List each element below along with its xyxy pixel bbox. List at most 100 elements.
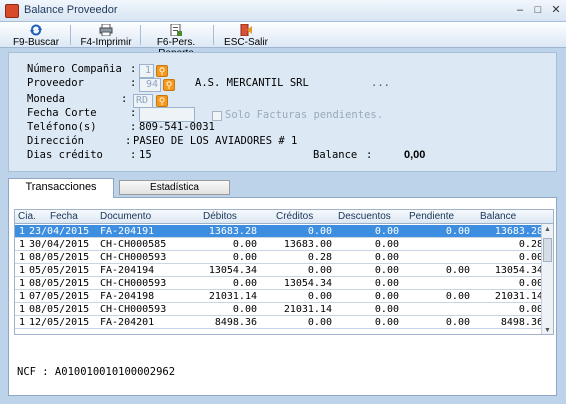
table-cell-balance: 13054.34 [494, 265, 543, 276]
column-header[interactable]: Débitos [203, 211, 237, 222]
proveedor-label: Proveedor [27, 77, 84, 89]
table-cell-fecha: 07/05/2015 [29, 291, 90, 302]
table-cell-descuentos: 0.00 [374, 252, 399, 263]
report-icon [170, 24, 182, 36]
table-cell-balance: 21031.14 [494, 291, 543, 302]
column-header[interactable]: Pendiente [409, 211, 454, 222]
title-bar: Balance Proveedor – □ ✕ [0, 0, 566, 22]
table-cell-debitos: 13054.34 [208, 265, 257, 276]
proveedor-extra: ... [371, 77, 390, 89]
table-cell-pendiente: 0.00 [445, 291, 470, 302]
column-header[interactable]: Cia. [18, 211, 36, 222]
maximize-button[interactable]: □ [530, 3, 546, 18]
proveedor-code-field[interactable]: 94 [139, 78, 161, 92]
fecha-corte-field[interactable] [139, 107, 195, 122]
table-cell-descuentos: 0.00 [374, 265, 399, 276]
direccion-label: Dirección [27, 135, 84, 147]
table-cell-fecha: 05/05/2015 [29, 265, 90, 276]
toolbar-divider [70, 25, 71, 45]
table-cell-pendiente: 0.00 [445, 265, 470, 276]
column-header[interactable]: Balance [480, 211, 516, 222]
table-cell-descuentos: 0.00 [374, 239, 399, 250]
toolbar-divider [213, 25, 214, 45]
scroll-up-icon[interactable]: ▲ [542, 224, 553, 235]
table-cell-balance: 0.00 [518, 252, 543, 263]
table-cell-pendiente: 0.00 [445, 317, 470, 328]
table-cell-debitos: 0.00 [232, 252, 257, 263]
buscar-label: F9-Buscar [12, 37, 60, 48]
search-icon[interactable]: ⚲ [156, 95, 168, 107]
colon: : [130, 121, 137, 133]
persreporte-button[interactable]: F6-Pers. Reporte [143, 22, 209, 59]
provider-header-panel: Número Compañia : 1 ⚲ Proveedor : 94 ⚲ A… [8, 52, 557, 172]
tab-estadistica[interactable]: Estadística [119, 180, 230, 195]
salir-label: ESC-Salir [224, 37, 268, 48]
printer-icon [99, 24, 113, 36]
table-row[interactable]: 1 08/05/2015 CH-CH000593 0.00 13054.34 0.00 0.… [15, 277, 553, 290]
tab-transacciones[interactable]: Transacciones [8, 178, 114, 198]
ncf-text: NCF : A010010010100002962 [17, 366, 176, 378]
direccion-value: PASEO DE LOS AVIADORES # 1 [133, 135, 298, 147]
table-cell-fecha: 08/05/2015 [29, 304, 90, 315]
colon: : [125, 135, 132, 147]
table-cell-balance: 0.00 [518, 278, 543, 289]
buscar-button[interactable]: F9-Buscar [6, 22, 66, 48]
grid-header: Cia. Fecha Documento Débitos Créditos De… [15, 210, 553, 224]
table-cell-debitos: 0.00 [232, 239, 257, 250]
transactions-panel: Cia. Fecha Documento Débitos Créditos De… [8, 197, 557, 396]
table-row[interactable]: 1 12/05/2015 FA-204201 8498.36 0.00 0.00 0.00 8… [15, 316, 553, 329]
colon: : [130, 63, 137, 75]
toolbar: F9-Buscar F4-Imprimir F6-Pers. Reporte E… [0, 22, 566, 59]
balance-value: 0,00 [404, 149, 426, 161]
table-cell-balance: 0.00 [518, 304, 543, 315]
imprimir-button[interactable]: F4-Imprimir [76, 22, 136, 48]
column-header[interactable]: Fecha [50, 211, 78, 222]
numero-compania-field[interactable]: 1 [139, 64, 154, 78]
column-header[interactable]: Créditos [276, 211, 313, 222]
solo-facturas-label: Solo Facturas pendientes. [225, 109, 384, 121]
scroll-thumb[interactable] [543, 238, 552, 262]
table-cell-pendiente: 0.00 [445, 226, 470, 237]
table-row[interactable]: 1 23/04/2015 FA-204191 13683.28 0.00 0.00 0.00… [15, 225, 553, 238]
minimize-button[interactable]: – [512, 3, 528, 18]
scroll-down-icon[interactable]: ▼ [542, 325, 553, 334]
moneda-field[interactable]: RD [133, 94, 153, 108]
toolbar-divider [140, 25, 141, 45]
table-cell-fecha: 30/04/2015 [29, 239, 90, 250]
column-header[interactable]: Descuentos [338, 211, 391, 222]
search-icon[interactable]: ⚲ [163, 79, 175, 91]
table-row[interactable]: 1 08/05/2015 CH-CH000593 0.00 0.28 0.00 0.00 [15, 251, 553, 264]
table-cell-debitos: 21031.14 [208, 291, 257, 302]
table-cell-creditos: 13683.00 [283, 239, 332, 250]
table-cell-descuentos: 0.00 [374, 291, 399, 302]
close-button[interactable]: ✕ [548, 3, 564, 18]
table-row[interactable]: 1 30/04/2015 CH-CH000585 0.00 13683.00 0.00 0.… [15, 238, 553, 251]
search-icon[interactable]: ⚲ [156, 65, 168, 77]
salir-button[interactable]: ESC-Salir [218, 22, 274, 48]
table-row[interactable]: 1 08/05/2015 CH-CH000593 0.00 21031.14 0.00 0.… [15, 303, 553, 316]
solo-facturas-checkbox[interactable] [212, 111, 222, 121]
table-cell-creditos: 0.28 [307, 252, 332, 263]
dias-credito-label: Dias crédito [27, 149, 103, 161]
colon: : [366, 149, 373, 161]
table-cell-creditos: 0.00 [307, 317, 332, 328]
table-cell-debitos: 13683.28 [208, 226, 257, 237]
table-cell-creditos: 0.00 [307, 291, 332, 302]
telefono-label: Teléfono(s) [27, 121, 97, 133]
table-cell-debitos: 0.00 [232, 278, 257, 289]
numero-compania-label: Número Compañia [27, 63, 122, 75]
table-cell-descuentos: 0.00 [374, 304, 399, 315]
column-header[interactable]: Documento [100, 211, 151, 222]
transactions-grid[interactable]: Cia. Fecha Documento Débitos Créditos De… [14, 209, 554, 335]
table-row[interactable]: 1 07/05/2015 FA-204198 21031.14 0.00 0.00 0.00… [15, 290, 553, 303]
table-cell-creditos: 0.00 [307, 265, 332, 276]
table-cell-debitos: 8498.36 [214, 317, 257, 328]
window-title: Balance Proveedor [24, 4, 118, 16]
fecha-corte-label: Fecha Corte [27, 107, 97, 119]
table-row[interactable]: 1 05/05/2015 FA-204194 13054.34 0.00 0.00 0.00… [15, 264, 553, 277]
table-cell-creditos: 0.00 [307, 226, 332, 237]
vertical-scrollbar[interactable]: ▲ ▼ [541, 224, 553, 334]
telefono-value: 809-541-0031 [139, 121, 215, 133]
table-cell-creditos: 21031.14 [283, 304, 332, 315]
table-cell-fecha: 08/05/2015 [29, 278, 90, 289]
